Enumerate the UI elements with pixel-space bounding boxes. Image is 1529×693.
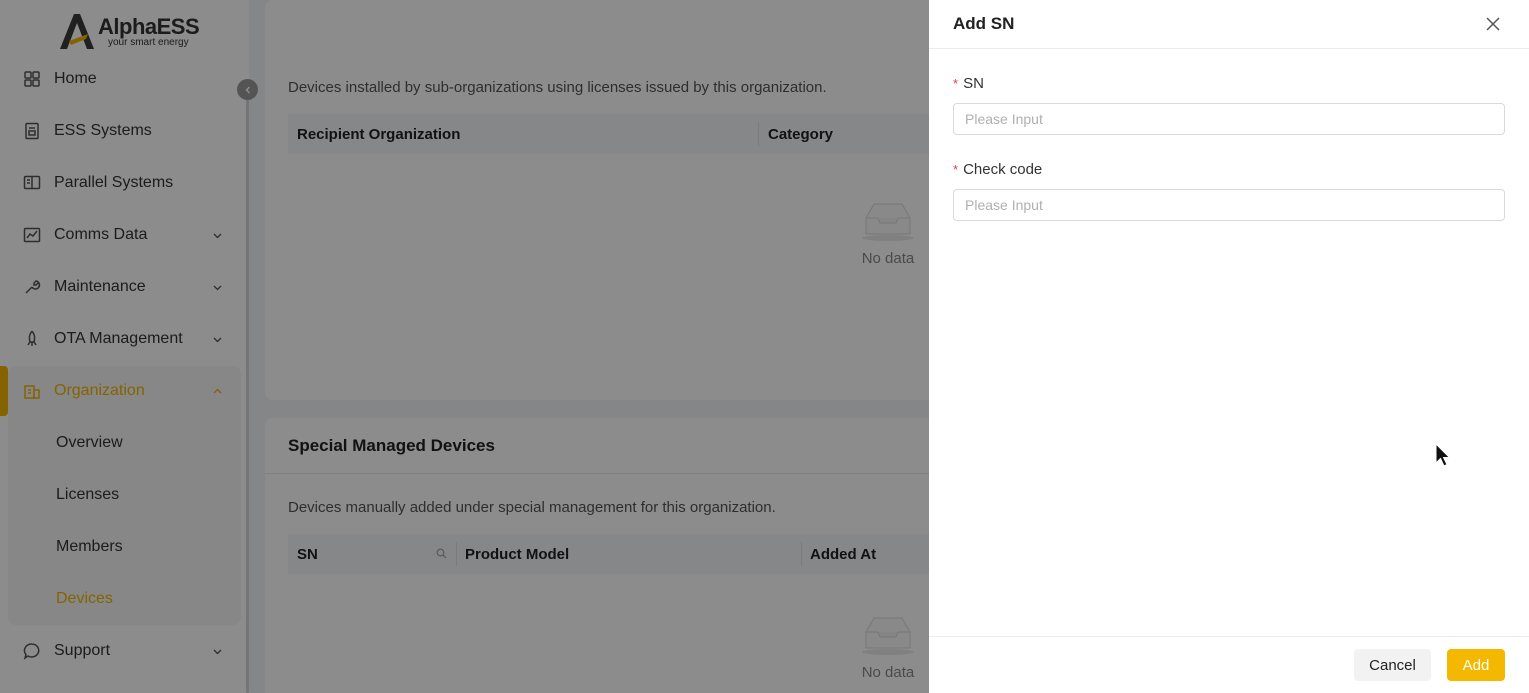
add-sn-drawer: Add SN *SN *Check code Cancel Add [929, 0, 1529, 693]
drawer-title: Add SN [953, 14, 1015, 33]
sn-input[interactable] [953, 103, 1505, 135]
divider [929, 636, 1529, 637]
divider [929, 48, 1529, 49]
modal-overlay[interactable] [0, 0, 929, 693]
required-marker: * [953, 76, 959, 91]
check-code-field-label: * Check code [953, 161, 1043, 178]
check-code-input[interactable] [953, 189, 1505, 221]
cancel-button[interactable]: Cancel [1354, 649, 1431, 681]
close-icon[interactable] [1484, 15, 1502, 33]
required-marker: * [953, 162, 959, 177]
mouse-cursor-icon [1435, 443, 1451, 467]
add-button[interactable]: Add [1447, 649, 1505, 681]
sn-field-label: * SN [953, 75, 984, 92]
